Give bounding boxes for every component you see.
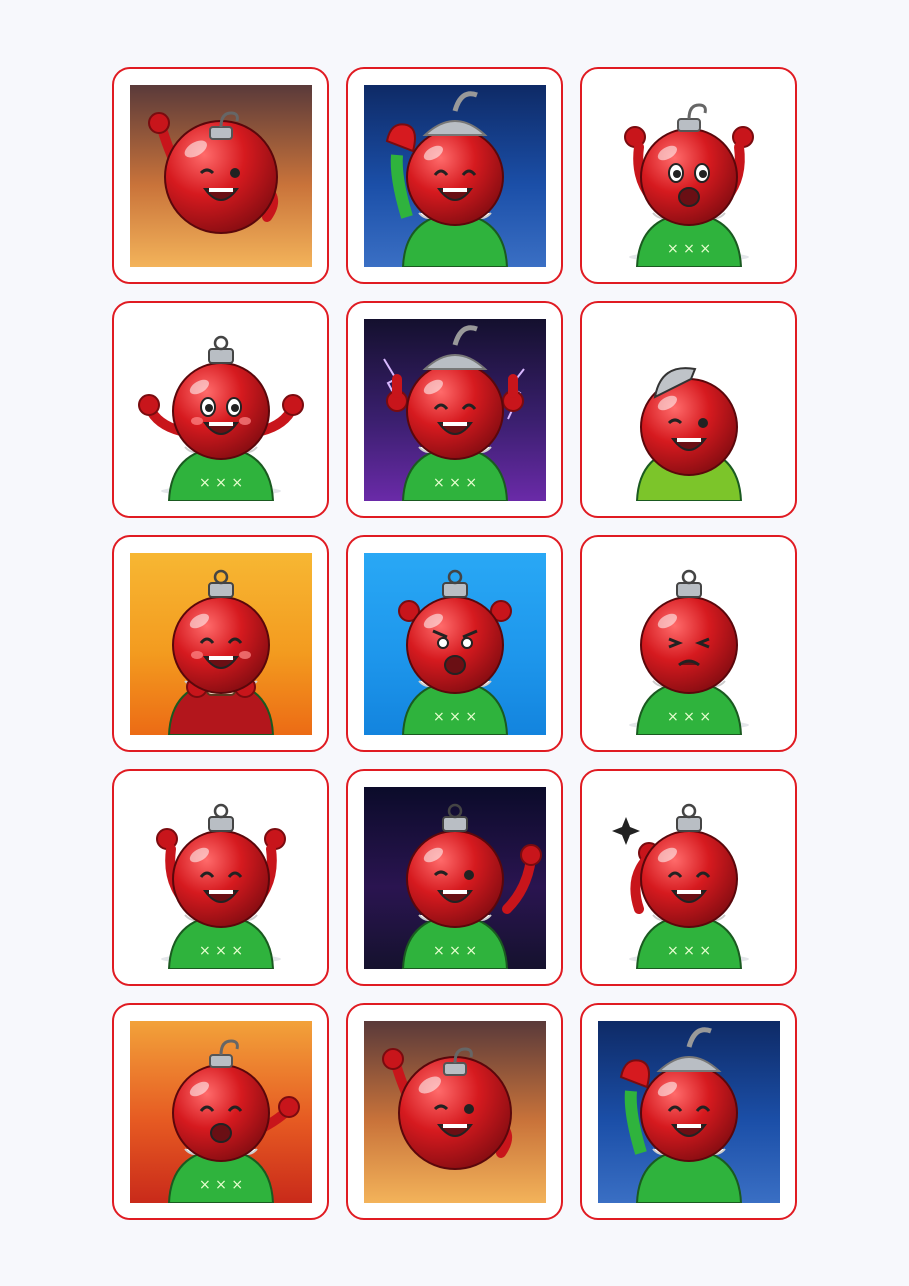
sticker-card-breakdance[interactable] bbox=[580, 301, 797, 518]
svg-text:× × ×: × × × bbox=[432, 943, 476, 959]
svg-text:× × ×: × × × bbox=[666, 241, 710, 257]
sticker-grid: × × × × × × × × × × × × × × × × × × × × … bbox=[112, 67, 797, 1220]
sticker-card-wave-sunset-2[interactable] bbox=[346, 1003, 563, 1220]
sticker-image-super-hero: × × × bbox=[129, 1020, 312, 1203]
sticker-image-mitten-hello bbox=[363, 84, 546, 267]
sticker-card-mitten-hello-2[interactable] bbox=[580, 1003, 797, 1220]
sticker-card-thumbs-electric[interactable]: × × × bbox=[346, 301, 563, 518]
sticker-card-frustrated[interactable]: × × × bbox=[346, 535, 563, 752]
sticker-image-facepalm: × × × bbox=[598, 553, 780, 735]
svg-text:× × ×: × × × bbox=[432, 475, 476, 491]
sticker-image-frustrated: × × × bbox=[363, 552, 546, 735]
sticker-image-neon-wink: × × × bbox=[363, 786, 546, 969]
svg-text:× × ×: × × × bbox=[432, 709, 476, 725]
sticker-card-happy-hello[interactable]: × × × bbox=[112, 301, 329, 518]
svg-text:× × ×: × × × bbox=[666, 709, 710, 725]
sticker-image-salute: × × × bbox=[598, 787, 780, 969]
sticker-image-breakdance bbox=[598, 319, 780, 501]
svg-text:× × ×: × × × bbox=[666, 943, 710, 959]
sticker-image-wave-sunset-2 bbox=[363, 1020, 546, 1203]
sticker-card-super-hero[interactable]: × × × bbox=[112, 1003, 329, 1220]
svg-text:× × ×: × × × bbox=[198, 1177, 242, 1193]
sticker-image-hooray: × × × bbox=[130, 787, 312, 969]
svg-text:× × ×: × × × bbox=[198, 475, 242, 491]
sticker-image-cocoa-sip bbox=[129, 552, 312, 735]
sticker-card-wave-sunset[interactable] bbox=[112, 67, 329, 284]
sticker-image-wave-sunset bbox=[129, 84, 312, 267]
sticker-card-mitten-hello[interactable] bbox=[346, 67, 563, 284]
sticker-card-facepalm[interactable]: × × × bbox=[580, 535, 797, 752]
sticker-card-cocoa-sip[interactable] bbox=[112, 535, 329, 752]
sticker-image-mitten-hello-2 bbox=[597, 1020, 780, 1203]
sticker-card-hooray[interactable]: × × × bbox=[112, 769, 329, 986]
sticker-image-thumbs-electric: × × × bbox=[363, 318, 546, 501]
sticker-image-happy-hello: × × × bbox=[130, 319, 312, 501]
svg-text:× × ×: × × × bbox=[198, 943, 242, 959]
sticker-card-neon-wink[interactable]: × × × bbox=[346, 769, 563, 986]
sticker-card-salute[interactable]: × × × bbox=[580, 769, 797, 986]
sticker-card-boxing-cheer[interactable]: × × × bbox=[580, 67, 797, 284]
sticker-image-boxing-cheer: × × × bbox=[598, 85, 780, 267]
